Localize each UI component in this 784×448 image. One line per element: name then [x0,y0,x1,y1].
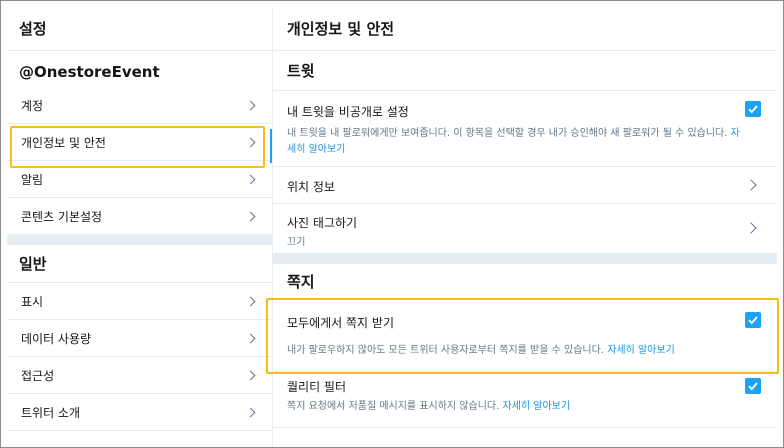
dm-section-title: 쪽지 [273,264,777,300]
account-handle: @OnestoreEvent [19,63,160,81]
dm-everyone-checkbox[interactable] [745,312,761,328]
checkmark-icon [748,382,758,391]
checkmark-icon [748,105,758,114]
setting-title: 모두에게서 쪽지 받기 [287,316,394,330]
setting-description: 쪽지 요청에서 저품질 메시지를 표시하지 않습니다. 자세히 알아보기 [287,401,571,412]
protect-tweets-setting: 내 트윗을 비공개로 설정 내 트윗을 내 팔로워에게만 보여줍니다. 이 항목… [273,91,777,167]
panel-header: 개인정보 및 안전 [273,7,777,51]
privacy-panel: 개인정보 및 안전 트윗 내 트윗을 비공개로 설정 내 트윗을 내 팔로워에게… [273,7,777,447]
active-item-indicator [270,129,272,163]
section-divider [7,235,272,245]
quality-filter-checkbox[interactable] [745,378,761,394]
section-divider [273,254,777,264]
setting-title: 퀄리티 필터 [287,380,347,394]
chevron-right-icon [245,174,256,184]
settings-sidebar: 설정 @OnestoreEvent 계정 개인정보 및 안전 알림 콘텐츠 기본… [7,7,272,447]
sidebar-item-label: 계정 [21,98,44,113]
setting-value: 끄기 [287,237,306,248]
quality-filter-setting: 퀄리티 필터 쪽지 요청에서 저품질 메시지를 표시하지 않습니다. 자세히 알… [273,372,777,428]
setting-title: 사진 태그하기 [287,216,358,230]
learn-more-link[interactable]: 자세히 알아보기 [607,345,675,356]
sidebar-item-label: 트위터 소개 [21,405,81,420]
sidebar-item-data-usage[interactable]: 데이터 사용량 [7,320,272,357]
location-setting[interactable]: 위치 정보 [273,167,777,204]
chevron-right-icon [245,296,256,306]
protect-tweets-checkbox[interactable] [745,101,761,117]
chevron-right-icon [245,100,256,110]
general-section-title: 일반 [7,245,272,283]
sidebar-item-notifications[interactable]: 알림 [7,161,272,198]
sidebar-item-label: 표시 [21,294,44,309]
sidebar-item-account[interactable]: 계정 [7,87,272,124]
learn-more-link[interactable]: 자세히 알아보기 [502,401,570,412]
setting-title: 내 트윗을 비공개로 설정 [287,105,409,119]
chevron-right-icon [245,137,256,147]
sidebar-item-content-preferences[interactable]: 콘텐츠 기본설정 [7,198,272,235]
chevron-right-icon [245,211,256,221]
setting-description: 내 트윗을 내 팔로워에게만 보여줍니다. 이 항목을 선택할 경우 내가 승인… [287,128,740,155]
sidebar-item-label: 개인정보 및 안전 [21,135,106,150]
settings-header: 설정 [7,7,272,51]
chevron-right-icon [245,370,256,380]
sidebar-item-label: 접근성 [21,368,55,383]
settings-window: 설정 @OnestoreEvent 계정 개인정보 및 안전 알림 콘텐츠 기본… [0,0,784,448]
checkmark-icon [748,316,758,325]
chevron-right-icon [245,333,256,343]
photo-tagging-setting[interactable]: 사진 태그하기 끄기 [273,204,777,254]
chevron-right-icon [245,407,256,417]
sidebar-item-privacy-safety[interactable]: 개인정보 및 안전 [7,124,272,161]
sidebar-item-about[interactable]: 트위터 소개 [7,394,272,431]
tweets-section-title: 트윗 [273,51,777,91]
sidebar-item-label: 알림 [21,172,44,187]
sidebar-item-display[interactable]: 표시 [7,283,272,320]
setting-description: 내가 팔로우하지 않아도 모든 트위터 사용자로부터 쪽지를 받을 수 있습니다… [287,345,675,356]
sidebar-item-accessibility[interactable]: 접근성 [7,357,272,394]
dm-everyone-setting: 모두에게서 쪽지 받기 내가 팔로우하지 않아도 모든 트위터 사용자로부터 쪽… [273,300,777,372]
setting-title: 위치 정보 [287,180,335,194]
sidebar-item-label: 데이터 사용량 [21,331,92,346]
sidebar-item-label: 콘텐츠 기본설정 [21,209,103,224]
